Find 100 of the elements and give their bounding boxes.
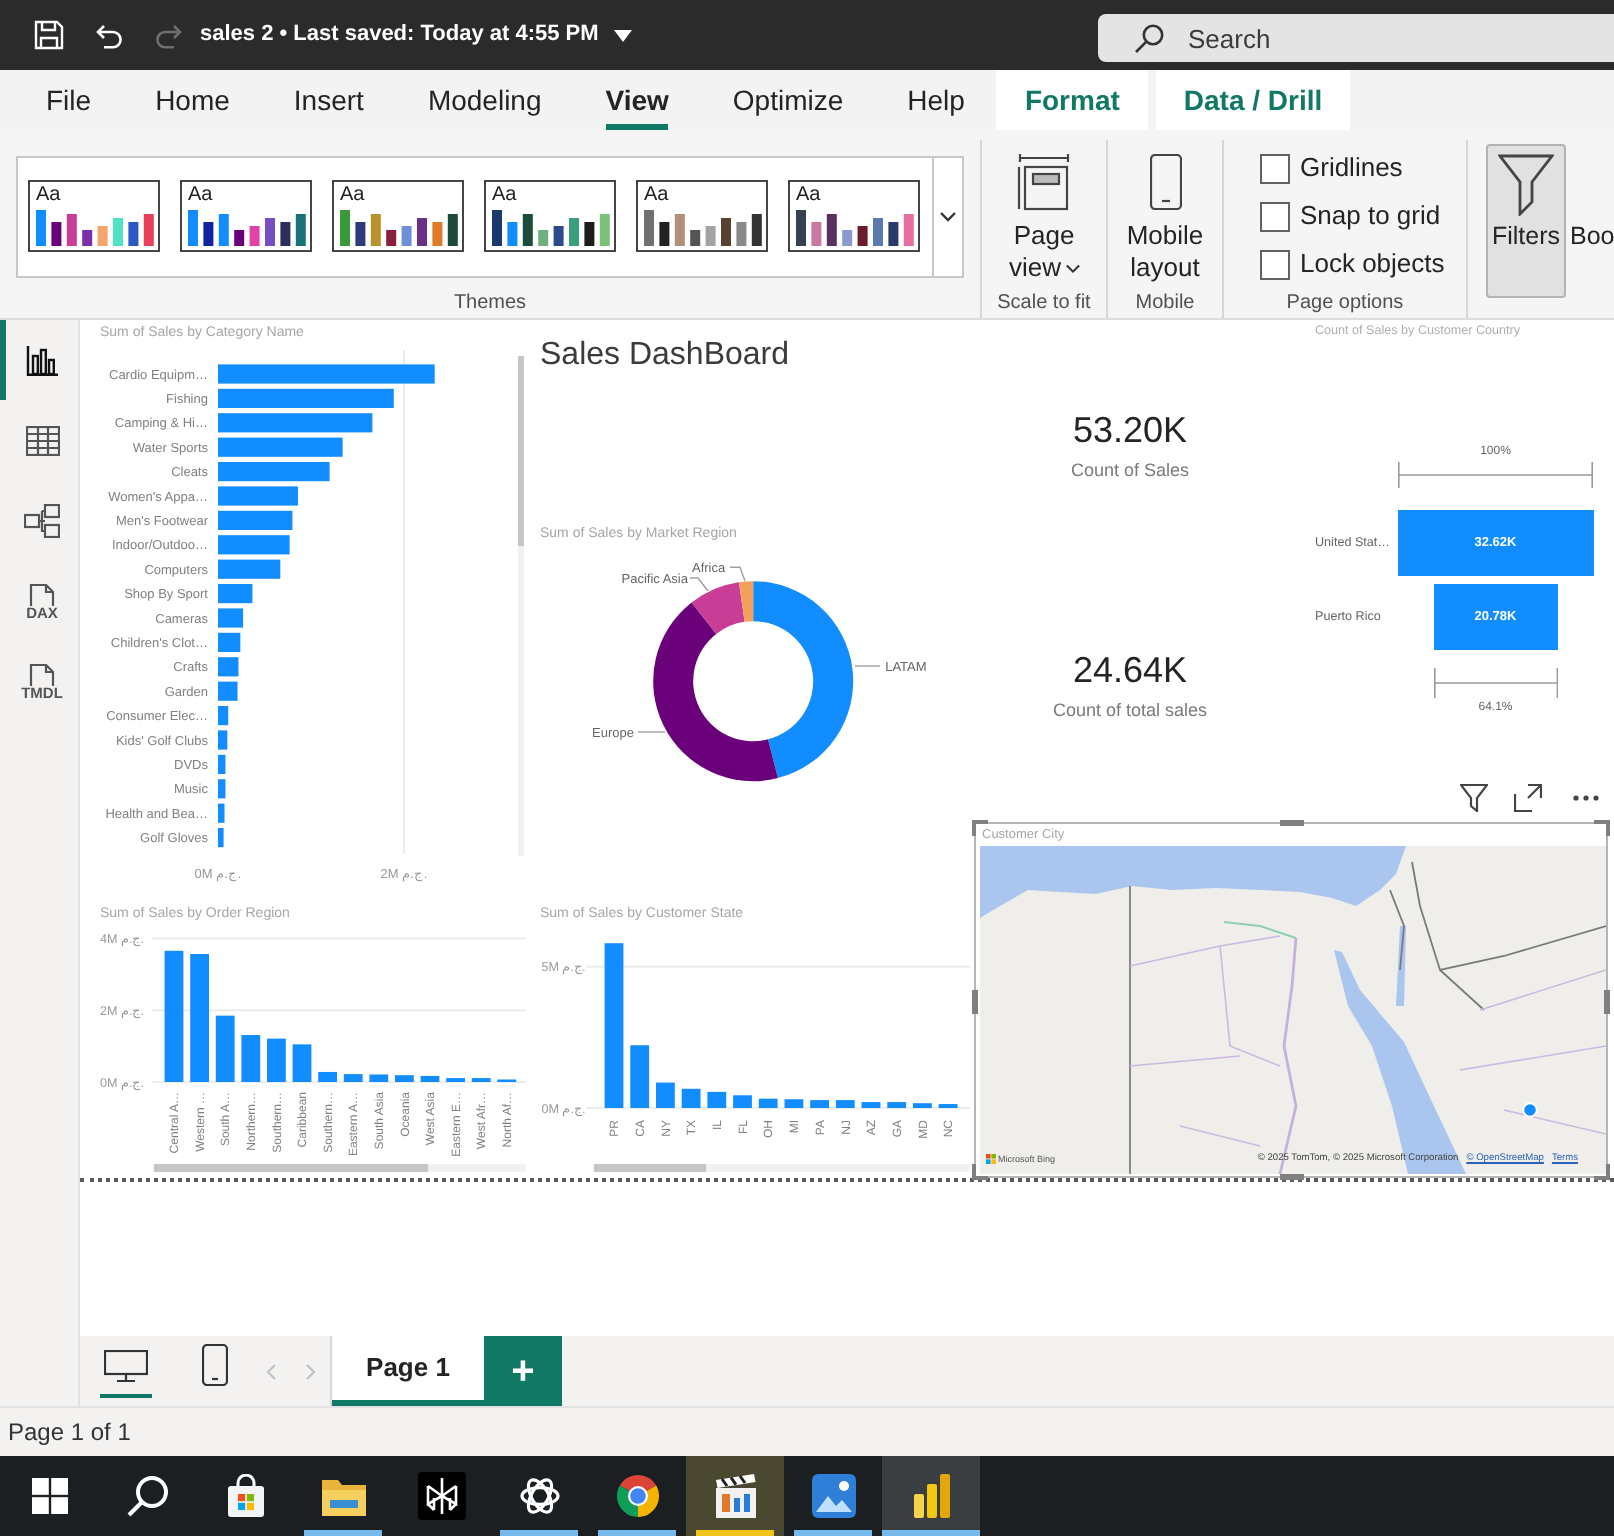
theme-thumbnail[interactable]: Aa [332,180,464,252]
color-bars-icon [36,210,158,246]
phone-icon [1149,154,1181,210]
menu-tab[interactable]: Optimize [732,70,844,130]
document-icon [28,584,56,606]
checkbox[interactable] [1260,249,1290,279]
tricolor-circle-logo-icon [615,1474,659,1518]
checkbox[interactable] [1260,153,1290,183]
undo-button[interactable] [92,19,124,51]
color-bars-icon [796,210,918,246]
group-label: Page options [1286,292,1404,316]
mobile-layout-button[interactable]: Mobile layout [1119,154,1211,284]
resize-handle[interactable] [1594,820,1610,836]
page-view-icon [1016,152,1072,212]
resize-handle[interactable] [972,1164,988,1180]
filter-icon[interactable] [1460,784,1488,812]
taskbar-button[interactable] [686,1456,784,1536]
checkbox-label[interactable]: Gridlines [1300,148,1403,188]
bar-chart-logo-icon [911,1472,951,1520]
bar [810,1100,829,1108]
bar [218,657,239,677]
page-view-button[interactable]: Page view [998,152,1090,284]
bar [218,437,343,457]
checkbox[interactable] [1260,201,1290,231]
scrollbar[interactable] [594,1164,970,1172]
theme-thumbnail[interactable]: Aa [788,180,920,252]
group-label: Themes [453,292,527,316]
data-point-icon [1522,1102,1538,1118]
checkbox-label[interactable]: Snap to grid [1300,196,1441,236]
running-indicator-icon [500,1530,578,1536]
add-page-button[interactable]: + [484,1336,562,1406]
focus-mode-icon[interactable] [1514,784,1542,812]
bar [913,1103,932,1108]
card-value: 53.20K [1072,408,1188,452]
bar [218,779,226,799]
resize-handle[interactable] [1594,1164,1610,1180]
bar [218,803,225,823]
chevron-right-icon [305,1363,315,1379]
running-indicator-icon [882,1530,980,1536]
bar [218,608,244,628]
resize-handle[interactable] [972,990,978,1014]
bar [656,1082,675,1108]
menu-tab[interactable]: Format [996,70,1148,130]
bar [218,754,226,774]
bracket-line [1433,668,1558,698]
bar [218,706,229,726]
leader-line [689,577,709,592]
menu-tab[interactable]: Modeling [427,70,542,130]
save-icon [33,20,63,50]
theme-thumbnail[interactable]: Aa [180,180,312,252]
resize-handle[interactable] [1604,990,1610,1014]
bar [758,1098,778,1108]
running-indicator-icon [794,1530,872,1536]
group-label: Scale to fit [997,292,1091,316]
asterisk-logo-icon [417,1472,465,1520]
checkbox-label[interactable]: Lock objects [1300,244,1445,284]
group-label: Mobile [1135,292,1195,316]
scrollbar[interactable] [154,1164,526,1172]
theme-thumbnail[interactable]: Aa [28,180,160,252]
search-icon [1134,23,1164,53]
menu-tab[interactable]: File [46,70,92,130]
search-field[interactable]: Search [1098,14,1614,62]
caret-down-icon[interactable] [614,29,633,41]
leader-line [854,665,881,667]
search-icon [125,1474,169,1518]
bar [218,510,293,530]
running-indicator-icon [598,1530,676,1536]
pane-toggle-button[interactable]: Filters [1486,144,1566,298]
save-button[interactable] [32,19,64,51]
theme-thumbnail[interactable]: Aa [636,180,768,252]
filter-icon [1498,154,1554,216]
shopping-bag-icon [223,1474,267,1518]
bar [887,1102,907,1108]
pane-toggle-button[interactable]: Boo [1568,144,1614,298]
bar [218,828,224,848]
bar [218,559,281,579]
page-indicator: Page 1 of 1 [8,1416,131,1450]
scrollbar[interactable] [518,356,524,856]
leader-line [729,566,746,582]
page-tab[interactable]: Page 1 [332,1336,484,1406]
card-label: Count of total sales [1052,698,1208,722]
bar [395,1075,414,1082]
knot-logo-icon [517,1474,561,1518]
menu-tab[interactable]: Insert [293,70,364,130]
menu-tab[interactable]: Help [907,70,965,130]
resize-handle[interactable] [1280,1174,1304,1180]
more-options-icon[interactable] [1572,794,1600,802]
bar [241,1035,261,1082]
menu-tab[interactable]: Data / Drill [1155,70,1351,130]
report-title: Sales DashBoard [540,336,790,376]
four-squares-logo-icon [986,1154,996,1164]
theme-thumbnail[interactable]: Aa [484,180,616,252]
bar [369,1074,389,1082]
bar [218,681,238,701]
resize-handle[interactable] [1280,820,1304,826]
color-bars-icon [492,210,614,246]
bar [681,1088,701,1108]
bar [318,1071,337,1082]
menu-tab[interactable]: Home [155,70,230,130]
taskbar-button[interactable] [882,1456,980,1536]
